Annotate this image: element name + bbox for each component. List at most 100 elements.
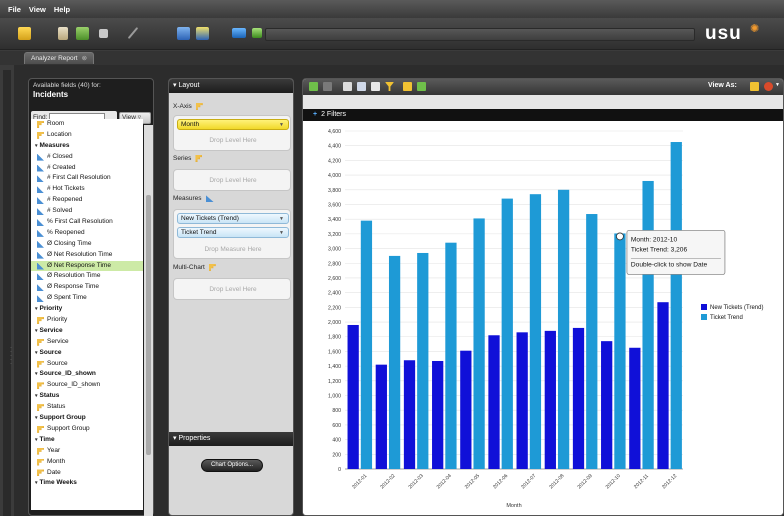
measure-pill-new-tickets[interactable]: New Tickets (Trend) ▼ [177,213,289,224]
collapse-icon[interactable]: ▾ [35,478,38,489]
field-item[interactable]: Ø Net Response Time [31,260,143,272]
menu-view[interactable]: View [29,5,46,14]
series-dropzone[interactable]: Drop Level Here [173,169,291,191]
field-item[interactable]: % First Call Resolution [31,217,143,228]
bar-new-tickets[interactable] [516,332,528,469]
chevron-down-icon[interactable]: ▼ [775,82,781,91]
chart-view-icon[interactable] [764,82,773,91]
bar-ticket-trend[interactable] [642,180,654,469]
bar-new-tickets[interactable] [488,335,500,469]
new-report-icon[interactable] [18,27,31,40]
menu-help[interactable]: Help [54,5,70,14]
bar-ticket-trend[interactable] [417,252,429,469]
repository-icon[interactable] [76,27,89,40]
layout-header[interactable]: ▾ Layout [169,79,293,93]
collapse-icon[interactable]: ▾ [35,391,38,402]
collapse-icon[interactable]: ▾ [35,326,38,337]
bar-ticket-trend[interactable] [445,242,457,469]
chevron-down-icon[interactable]: ▼ [279,120,284,130]
field-item[interactable]: # Hot Tickets [31,184,143,195]
collapse-icon[interactable]: ▾ [35,435,38,446]
bar-ticket-trend[interactable] [614,233,626,469]
bar-new-tickets[interactable] [403,360,416,469]
field-item[interactable]: Service [31,337,143,348]
collapse-icon[interactable]: ▾ [35,413,38,424]
undo-icon[interactable] [309,82,318,91]
bar-new-tickets[interactable] [572,327,585,469]
field-group[interactable]: ▾ Source_ID_shown [31,369,143,380]
field-item[interactable]: # Solved [31,206,143,217]
measure-pill-ticket-trend[interactable]: Ticket Trend ▼ [177,227,289,238]
field-group[interactable]: ▾ Priority [31,304,143,315]
refresh-icon[interactable] [252,28,262,38]
field-item[interactable]: Location [31,130,143,141]
legend-label[interactable]: Ticket Trend [710,315,743,321]
field-item[interactable]: # Created [31,163,143,174]
camera-icon[interactable] [99,29,108,38]
measures-dropzone[interactable]: New Tickets (Trend) ▼ Ticket Trend ▼ Drop … [173,209,291,259]
field-item[interactable]: # Reopened [31,195,143,206]
bar-new-tickets[interactable] [432,360,444,469]
field-group[interactable]: ▾ Time [31,435,143,446]
sort-icon[interactable] [403,82,412,91]
bar-new-tickets[interactable] [657,302,669,469]
field-item[interactable]: Source_ID_shown [31,380,143,391]
bar-new-tickets[interactable] [601,341,613,469]
layout-toggle-icon[interactable] [357,82,366,91]
field-item[interactable]: # Closed [31,152,143,163]
bar-new-tickets[interactable] [460,350,472,469]
table-view-icon[interactable] [750,82,759,91]
bar-ticket-trend[interactable] [473,218,485,469]
field-item[interactable]: Date [31,468,143,479]
collapse-icon[interactable]: ▾ [35,141,38,152]
bar-ticket-trend[interactable] [557,189,570,470]
field-item[interactable]: # First Call Resolution [31,173,143,184]
field-item[interactable]: Ø Net Resolution Time [31,250,143,261]
field-group[interactable]: ▾ Service [31,326,143,337]
field-group[interactable]: ▾ Time Weeks [31,478,143,489]
field-item[interactable]: Ø Response Time [31,282,143,293]
field-item[interactable]: Month [31,457,143,468]
bar-new-tickets[interactable] [629,347,641,469]
settings-icon[interactable] [417,82,426,91]
field-group[interactable]: ▾ Support Group [31,413,143,424]
collapse-icon[interactable]: ▾ [35,348,38,359]
field-group[interactable]: ▾ Status [31,391,143,402]
field-item[interactable]: Source [31,359,143,370]
tab-analyzer-report[interactable]: Analyzer Report ⊗ [24,52,95,64]
bar-new-tickets[interactable] [375,364,387,469]
bar-ticket-trend[interactable] [388,255,401,469]
open-file-icon[interactable] [58,27,68,40]
xaxis-dropzone[interactable]: Month ▼ Drop Level Here [173,115,291,151]
menu-file[interactable]: File [8,5,21,14]
filter-icon[interactable] [385,82,394,91]
bar-new-tickets[interactable] [544,330,556,469]
pencil-icon[interactable] [127,26,139,40]
bar-new-tickets[interactable] [347,324,359,469]
field-item[interactable]: Status [31,402,143,413]
field-item[interactable]: Room [31,119,143,130]
chevron-down-icon[interactable]: ▼ [279,228,284,238]
collapse-icon[interactable]: ▾ [35,304,38,315]
tab-close-icon[interactable]: ⊗ [82,55,87,62]
left-splitter[interactable]: · · · · · [3,70,12,516]
field-item[interactable]: Support Group [31,424,143,435]
bar-ticket-trend[interactable] [586,214,598,469]
grid-icon[interactable] [343,82,352,91]
legend-label[interactable]: New Tickets (Trend) [710,305,763,311]
field-item[interactable]: Ø Spent Time [31,293,143,304]
table-icon[interactable] [371,82,380,91]
save-as-icon[interactable] [196,27,209,40]
bar-ticket-trend[interactable] [501,198,513,469]
field-group[interactable]: ▾ Measures [31,141,143,152]
chevron-down-icon[interactable]: ▼ [279,214,284,224]
bar-ticket-trend[interactable] [670,142,682,470]
field-item[interactable]: % Reopened [31,228,143,239]
field-list-scroll-thumb[interactable] [146,195,151,455]
expand-filters-icon[interactable]: + [313,111,317,118]
filter-bar[interactable]: +2 Filters [303,109,783,121]
bar-ticket-trend[interactable] [360,220,373,469]
bar-ticket-trend[interactable] [529,194,542,469]
save-icon[interactable] [177,27,190,40]
field-item[interactable]: Priority [31,315,143,326]
